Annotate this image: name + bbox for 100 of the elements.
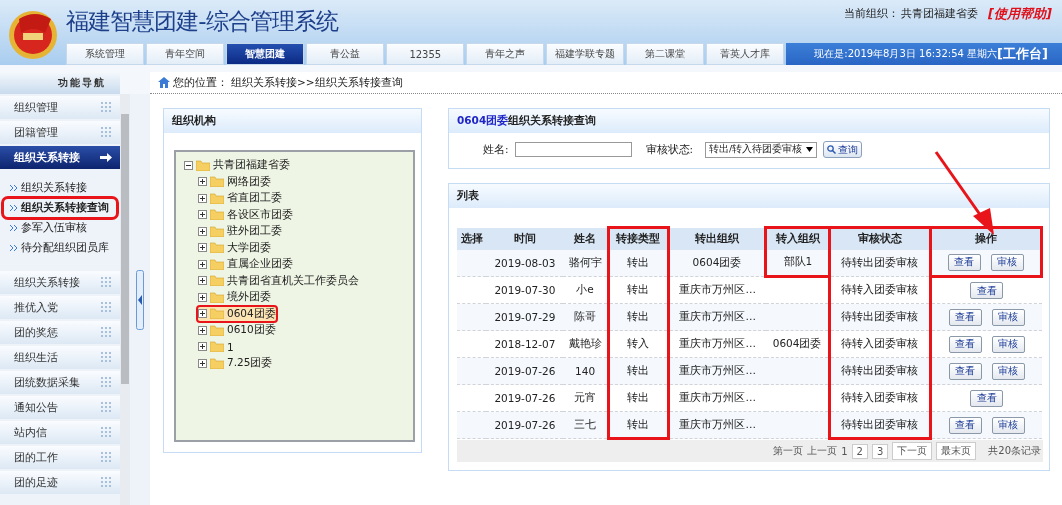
grip-icon — [101, 427, 112, 438]
page-link[interactable]: 2 — [851, 443, 868, 459]
first-page-link[interactable]: 第一页 — [773, 444, 804, 458]
datetime: 现在是:2019年8月3日 16:32:54 星期六 — [814, 47, 998, 59]
nav-tab[interactable]: 菁英人才库 — [706, 43, 785, 65]
caret-icon — [806, 147, 814, 152]
action-button[interactable]: 查看 — [948, 416, 982, 434]
nav-tab[interactable]: 系统管理 — [66, 43, 145, 65]
panel-title: 列表 — [449, 184, 1049, 208]
tree-node[interactable]: 0610团委 — [198, 323, 276, 337]
collapse-handle-icon[interactable] — [136, 269, 144, 330]
table-cell: 三七 — [563, 411, 609, 439]
tree-node[interactable]: 共青团省直机关工作委员会 — [198, 273, 359, 288]
sidebar-item[interactable]: 团的足迹 — [0, 471, 120, 494]
nav-tab[interactable]: 第二课堂 — [626, 43, 705, 65]
sidebar-subitem[interactable]: 待分配组织团员库 — [4, 239, 116, 257]
nav-tab[interactable]: 青年之声 — [466, 43, 545, 65]
tree-node[interactable]: 大学团委 — [198, 240, 271, 255]
grip-icon — [101, 477, 112, 488]
next-page-button[interactable]: 下一页 — [892, 442, 933, 460]
table-cell: 2019-07-26 — [486, 384, 564, 412]
action-button[interactable]: 审核 — [990, 253, 1024, 271]
table-cell: 重庆市万州区… — [668, 303, 766, 331]
action-button[interactable]: 审核 — [991, 308, 1025, 326]
table-cell: 待转出团委审核 — [829, 303, 931, 331]
name-input[interactable] — [514, 142, 632, 157]
prev-page-link[interactable]: 上一页 — [807, 444, 838, 458]
sidebar-item[interactable]: 通知公告 — [0, 396, 120, 419]
plus-box-icon[interactable] — [198, 358, 207, 368]
sidebar-subitem[interactable]: 组织关系转接查询 — [4, 199, 116, 217]
tree-node[interactable]: 直属企业团委 — [198, 257, 293, 271]
chevron-icon — [10, 245, 18, 251]
sidebar-subitem[interactable]: 组织关系转接 — [4, 179, 116, 197]
nav-tab[interactable]: 福建学联专题 — [546, 43, 625, 65]
workbench-link[interactable]: [工作台] — [997, 45, 1048, 63]
page-link[interactable]: 3 — [871, 443, 889, 459]
last-page-button[interactable]: 最末页 — [936, 442, 977, 460]
table-cell: 2019-07-26 — [486, 357, 564, 385]
action-button[interactable]: 查看 — [948, 308, 982, 326]
tree-node[interactable]: 网络团委 — [198, 174, 271, 189]
plus-box-icon[interactable] — [198, 226, 207, 236]
action-button[interactable]: 查看 — [948, 362, 982, 380]
tree-node[interactable]: 0604团委 — [198, 306, 276, 321]
scrollbar[interactable] — [120, 94, 130, 505]
action-button[interactable]: 查看 — [947, 253, 981, 271]
sidebar-item[interactable]: 组织关系转接 — [0, 146, 120, 169]
plus-box-icon[interactable] — [198, 325, 207, 335]
table-cell: 140 — [563, 357, 609, 385]
action-button[interactable]: 审核 — [991, 362, 1025, 380]
sidebar-item[interactable]: 推优入党 — [0, 296, 120, 319]
sidebar-item[interactable]: 组织关系转接 — [0, 271, 120, 294]
nav-tab[interactable]: 青公益 — [306, 43, 385, 65]
plus-box-icon[interactable] — [198, 210, 207, 219]
plus-box-icon[interactable] — [198, 193, 207, 203]
sidebar-item[interactable]: 站内信 — [0, 421, 120, 444]
sidebar-item[interactable]: 组织生活 — [0, 346, 120, 369]
tree-node[interactable]: 各设区市团委 — [198, 207, 293, 222]
action-button[interactable]: 查看 — [970, 389, 1004, 407]
grip-icon — [101, 102, 112, 113]
sidebar-item[interactable]: 团的奖惩 — [0, 321, 120, 344]
tree-node[interactable]: 省直团工委 — [198, 191, 282, 205]
nav-tab[interactable]: 青年空间 — [146, 43, 225, 65]
tree-node[interactable]: 1 — [198, 339, 234, 354]
folder-icon — [210, 176, 224, 187]
sidebar-item[interactable]: 团统数据采集 — [0, 371, 120, 394]
minus-box-icon[interactable] — [184, 160, 193, 170]
sidebar-item[interactable]: 团的工作 — [0, 446, 120, 469]
page-link[interactable]: 1 — [841, 445, 848, 457]
action-button[interactable]: 审核 — [991, 416, 1025, 434]
table-cell: 2018-12-07 — [486, 330, 564, 358]
plus-box-icon[interactable] — [198, 259, 207, 269]
plus-box-icon[interactable] — [198, 342, 207, 351]
action-button[interactable]: 查看 — [948, 335, 982, 353]
folder-icon — [210, 258, 224, 270]
nav-tab[interactable]: 智慧团建 — [226, 43, 305, 65]
sidebar-item[interactable]: 组织管理 — [0, 96, 120, 119]
tree-node[interactable]: 境外团委 — [198, 290, 271, 304]
action-button[interactable]: 查看 — [970, 282, 1004, 299]
plus-box-icon[interactable] — [198, 276, 207, 285]
table-cell: 戴艳珍 — [563, 330, 609, 358]
tree-node[interactable]: 驻外团工委 — [198, 224, 282, 238]
search-button[interactable]: 查询 — [823, 141, 863, 158]
org-link[interactable]: 0604团委 — [457, 114, 509, 128]
plus-box-icon[interactable] — [198, 177, 207, 186]
sidebar-item[interactable]: 团籍管理 — [0, 121, 120, 144]
sidebar-subitem[interactable]: 参军入伍审核 — [4, 219, 116, 237]
help-link[interactable]: [使用帮助] — [988, 4, 1052, 23]
plus-box-icon[interactable] — [198, 292, 207, 302]
action-button[interactable]: 审核 — [991, 335, 1025, 353]
tree-node[interactable]: 7.25团委 — [198, 356, 273, 370]
plus-box-icon[interactable] — [198, 243, 207, 252]
nav-tab[interactable]: 12355 — [386, 43, 465, 65]
column-header: 转出组织 — [668, 227, 766, 250]
plus-box-icon[interactable] — [198, 309, 207, 318]
chevron-icon — [10, 205, 18, 211]
table-cell: 0604团委 — [765, 330, 830, 358]
tree-node[interactable]: 共青团福建省委 — [184, 158, 290, 172]
status-select[interactable]: 转出/转入待团委审核 — [705, 141, 818, 158]
grip-icon — [101, 127, 112, 138]
breadcrumb-label: 您的位置： — [173, 75, 228, 90]
